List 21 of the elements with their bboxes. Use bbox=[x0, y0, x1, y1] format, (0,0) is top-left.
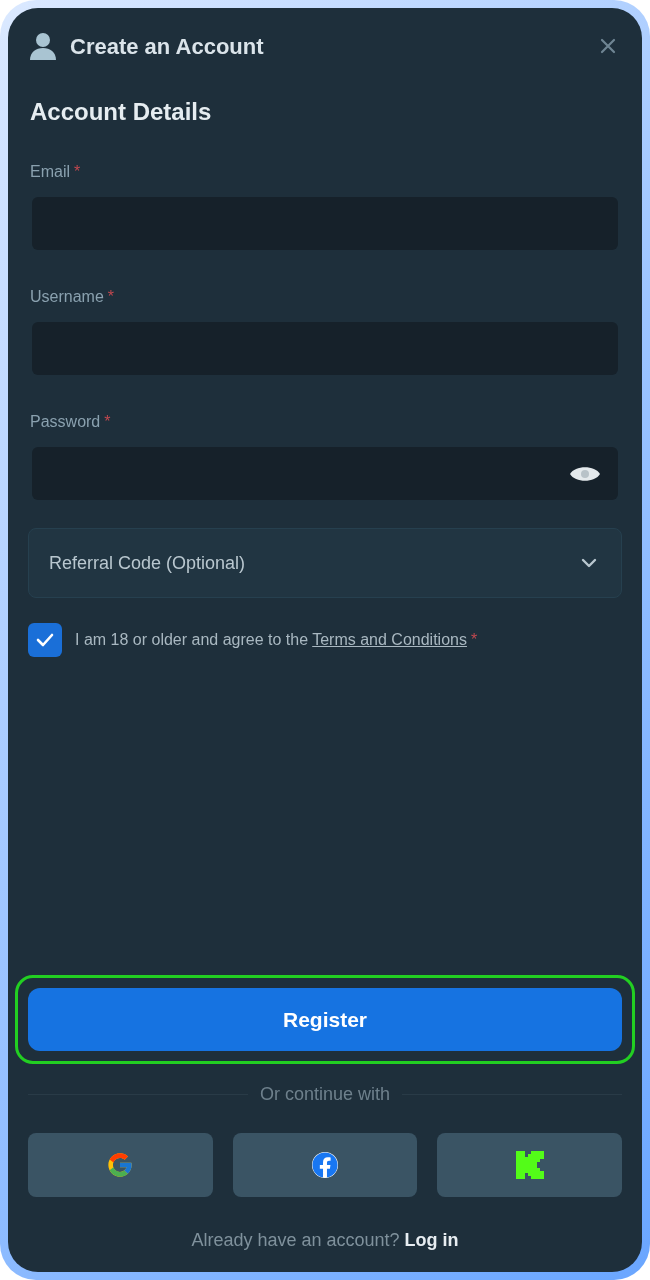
agreement-checkbox[interactable] bbox=[28, 623, 62, 657]
login-link[interactable]: Log in bbox=[404, 1230, 459, 1250]
close-icon[interactable] bbox=[600, 38, 616, 54]
terms-link[interactable]: Terms and Conditions bbox=[312, 631, 467, 648]
register-button[interactable]: Register bbox=[28, 988, 622, 1051]
login-prompt: Already have an account? Log in bbox=[190, 1229, 460, 1252]
checkmark-icon bbox=[36, 633, 54, 647]
divider-label: Or continue with bbox=[258, 1082, 392, 1106]
user-icon bbox=[30, 32, 56, 60]
referral-code-dropdown[interactable]: Referral Code (Optional) bbox=[28, 528, 622, 598]
agreement-text: I am 18 or older and agree to the Terms and Conditions * bbox=[75, 630, 478, 650]
field-label: Username * bbox=[30, 287, 115, 307]
field-label: Email * bbox=[30, 162, 81, 182]
dialog-title: Create an Account bbox=[70, 32, 264, 61]
f-logo-icon bbox=[312, 1152, 338, 1178]
g-logo-icon bbox=[106, 1151, 135, 1179]
social-login-button[interactable] bbox=[437, 1133, 622, 1197]
section-title: Account Details bbox=[30, 97, 212, 127]
field-label: Password * bbox=[30, 412, 111, 432]
password-input[interactable] bbox=[32, 447, 618, 500]
k-logo-icon bbox=[515, 1151, 544, 1179]
